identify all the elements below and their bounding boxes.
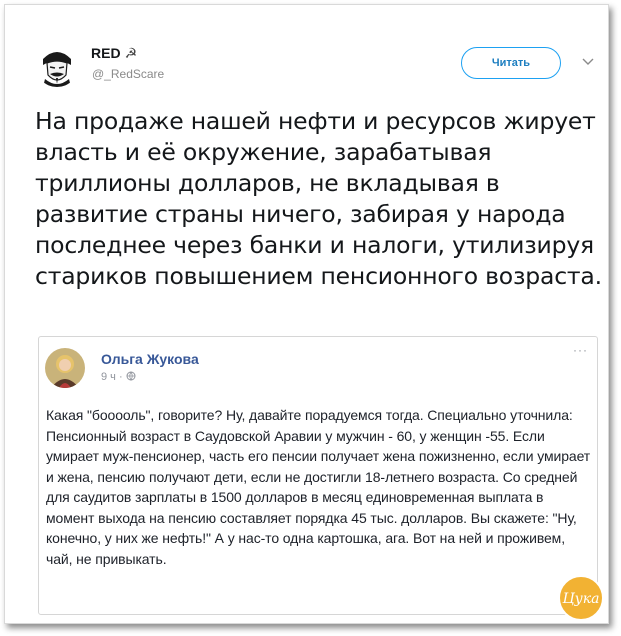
quoted-author-avatar[interactable] [45,348,85,388]
quoted-post-time[interactable]: 9 ч · [101,371,126,383]
quoted-post-text: Какая "бооооль", говорите? Ну, давайте п… [46,407,591,567]
quoted-post-meta: 9 ч · [101,371,136,383]
avatar[interactable] [35,43,79,87]
quoted-author-name[interactable]: Ольга Жукова [101,351,199,367]
tweet-text: На продаже нашей нефти и ресурсов жирует… [35,107,602,290]
watermark-label: Цука [562,591,599,607]
chevron-down-icon[interactable] [580,55,596,69]
author-handle[interactable]: @_RedScare [92,67,164,81]
more-options-icon[interactable]: ··· [573,343,588,357]
avatar-mask-icon [35,43,79,87]
watermark-logo: Цука [557,574,605,622]
quoted-post[interactable]: Ольга Жукова 9 ч · ··· Какая "бооооль", … [38,336,598,615]
globe-icon [126,371,136,381]
follow-button[interactable]: Читать [461,47,561,79]
author-name[interactable]: RED ☭ [91,45,137,62]
hammer-sickle-icon: ☭ [124,45,138,61]
author-name-text: RED [91,45,121,61]
tweet-card: RED ☭ @_RedScare Читать На продаже нашей … [4,4,609,624]
